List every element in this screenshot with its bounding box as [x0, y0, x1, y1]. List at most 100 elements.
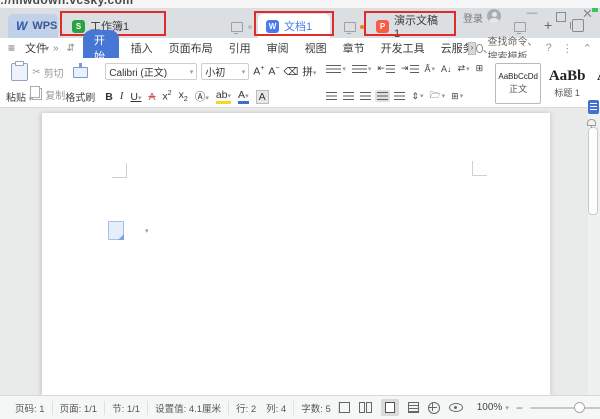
background-webpage-sliver: ://mwdown.vcsky.com [0, 0, 600, 8]
cut-label: 剪切 [44, 65, 64, 80]
status-page-number[interactable]: 页码: 1 [8, 401, 53, 415]
document-page[interactable]: ▾ [42, 113, 550, 395]
menu-bar: ≡ 文件 ▾ » ⇵ 开始 插入 页面布局 引用 审阅 视图 章节 开发工具 云… [0, 38, 600, 58]
highlight-color-button[interactable]: ab▾ [216, 89, 231, 104]
line-spacing-button[interactable]: ⇕▾ [411, 91, 423, 102]
print-layout-view-icon[interactable] [381, 399, 399, 416]
wps-label: WPS [32, 20, 57, 32]
wps-home-tab[interactable]: W WPS [8, 14, 58, 38]
increase-indent-button[interactable]: ⇥ [401, 63, 419, 74]
font-size-select[interactable]: 小初▾ [201, 63, 249, 80]
zoom-dropdown-icon[interactable]: ▾ [505, 404, 509, 412]
superscript-button[interactable]: x2 [163, 90, 172, 103]
increase-font-button[interactable]: A+ [253, 65, 264, 78]
borders-button[interactable]: ⊞▾ [451, 91, 463, 102]
paste-button[interactable]: 粘贴 ▾ [6, 62, 32, 105]
avatar[interactable] [487, 9, 501, 23]
web-view-icon[interactable] [428, 402, 440, 414]
login-link[interactable]: 登录 [463, 10, 483, 25]
copy-button[interactable]: 复制 [32, 87, 65, 102]
align-center-button[interactable] [343, 92, 354, 100]
cut-button[interactable]: ✂ 剪切 [32, 65, 65, 80]
numbered-list-button[interactable]: ▾ [352, 65, 372, 73]
sync-monitor-icon [231, 22, 243, 32]
decrease-indent-button[interactable]: ⇤ [377, 63, 395, 74]
distribute-button[interactable] [394, 92, 405, 100]
tab-list-button[interactable] [572, 19, 584, 32]
phonetic-guide-button[interactable]: 拼▾ [302, 64, 316, 79]
character-scale-button[interactable]: ⇄▾ [458, 63, 470, 74]
styles-gallery: AaBbCcDd 正文 AaBb 标题 1 AaB 标题 [495, 62, 600, 105]
underline-button[interactable]: U▾ [130, 91, 141, 103]
eye-protection-icon[interactable] [449, 403, 463, 412]
more-chevron-icon[interactable]: » [49, 43, 63, 54]
zoom-level[interactable]: 100% [477, 402, 503, 413]
maximize-button[interactable] [556, 12, 566, 22]
subscript-button[interactable]: x2 [179, 89, 188, 103]
shading-button[interactable]: 🗁▾ [429, 88, 445, 104]
reading-lamp-icon[interactable] [587, 119, 596, 126]
partial-url-text: ://mwdown.vcsky.com [0, 0, 133, 7]
format-painter-button[interactable]: 格式刷 [65, 62, 95, 105]
scrollbar-thumb[interactable] [588, 127, 598, 215]
menu-tab-review[interactable]: 审阅 [259, 40, 297, 56]
format-painter-icon [73, 67, 88, 78]
zoom-out-button[interactable]: − [516, 401, 523, 415]
sort-button[interactable]: A↓ [441, 64, 452, 74]
status-page-count[interactable]: 页面: 1/1 [53, 401, 106, 415]
status-word-count[interactable]: 字数: 5 [294, 401, 339, 415]
sync-monitor-icon [344, 22, 356, 32]
style-heading2[interactable]: AaB 标题 [593, 63, 600, 104]
font-name-select[interactable]: Calibri (正文)▾ [105, 63, 197, 80]
strikethrough-button[interactable]: A [149, 91, 156, 103]
updown-icon[interactable]: ⇵ [63, 43, 79, 54]
decrease-font-button[interactable]: A− [268, 65, 279, 78]
hamburger-icon[interactable]: ≡ [8, 41, 15, 55]
align-right-button[interactable] [360, 92, 371, 100]
font-group: Calibri (正文)▾ 小初▾ A+ A− ⌫ 拼▾ B I U▾ A x2… [105, 62, 316, 105]
outline-view-icon[interactable] [408, 402, 419, 413]
character-shading-button[interactable]: A [256, 90, 269, 104]
help-button[interactable]: ? [541, 42, 557, 54]
justify-button[interactable] [375, 90, 390, 102]
zoom-slider[interactable] [530, 407, 600, 409]
status-section[interactable]: 节: 1/1 [105, 401, 148, 415]
style-normal[interactable]: AaBbCcDd 正文 [495, 63, 541, 104]
style-heading1[interactable]: AaBb 标题 1 [544, 63, 590, 104]
minimize-button[interactable]: — [524, 7, 540, 19]
collapse-ribbon-icon[interactable]: ⌃ [578, 42, 600, 55]
menu-tab-section[interactable]: 章节 [335, 40, 373, 56]
italic-button[interactable]: I [120, 91, 124, 102]
sync-dot-icon [248, 25, 252, 29]
menu-tab-page-layout[interactable]: 页面布局 [161, 40, 221, 56]
text-direction-button[interactable]: ⊞ [476, 63, 484, 74]
align-left-button[interactable] [326, 92, 337, 100]
sync-monitor-icon [514, 22, 526, 32]
two-page-view-icon[interactable] [359, 402, 372, 413]
copy-icon [32, 88, 42, 100]
background-green-notch [592, 8, 598, 12]
object-dropdown-icon[interactable]: ▾ [145, 227, 149, 235]
margin-mark-left-icon [112, 163, 127, 178]
status-setting-value[interactable]: 设置值: 4.1厘米 [148, 401, 229, 415]
font-name-value: Calibri (正文) [109, 64, 167, 79]
menu-tab-references[interactable]: 引用 [221, 40, 259, 56]
text-effects-button[interactable]: Ⓐ▾ [195, 89, 209, 104]
embedded-object-icon[interactable] [108, 221, 124, 240]
ruler-toggle-button[interactable] [588, 100, 599, 114]
menu-tab-view[interactable]: 视图 [297, 40, 335, 56]
fullscreen-view-icon[interactable] [339, 402, 350, 413]
vertical-scrollbar[interactable] [588, 108, 600, 395]
zoom-slider-thumb[interactable] [574, 402, 585, 413]
bold-button[interactable]: B [105, 91, 113, 103]
bullet-list-button[interactable]: ▾ [326, 65, 346, 73]
menu-tab-insert[interactable]: 插入 [123, 40, 161, 56]
font-color-button[interactable]: A▾ [238, 89, 249, 104]
new-tab-button[interactable]: + [544, 17, 552, 33]
menu-tab-developer[interactable]: 开发工具 [373, 40, 433, 56]
copy-label: 复制 [45, 87, 65, 102]
asian-layout-button[interactable]: Ấ▾ [425, 64, 436, 74]
scissors-icon: ✂ [32, 67, 40, 78]
clear-format-button[interactable]: ⌫ [284, 66, 299, 78]
more-options-icon[interactable]: ⋮ [557, 42, 578, 55]
